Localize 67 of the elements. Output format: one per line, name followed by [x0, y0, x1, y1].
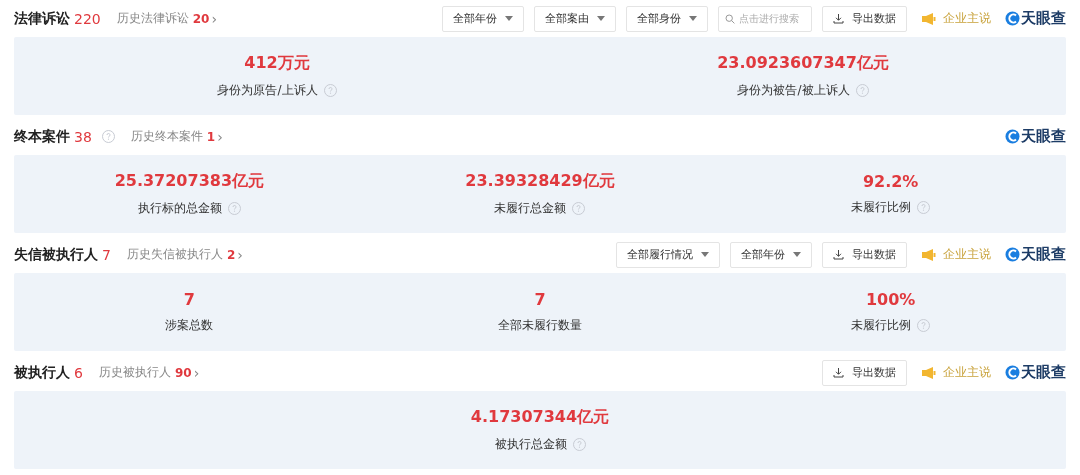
- caret-icon: [505, 16, 513, 21]
- section-title: 失信被执行人: [14, 245, 98, 264]
- stat-value: 92.2%: [862, 172, 919, 191]
- chevron-icon: ›: [193, 364, 200, 381]
- filter-dropdown[interactable]: 全部身份: [626, 5, 708, 32]
- logo-icon: [1005, 11, 1020, 26]
- caret-icon: [701, 252, 709, 257]
- download-icon: [833, 13, 844, 24]
- stat-label: 涉案总数: [165, 317, 214, 334]
- stat-value: 7: [534, 290, 546, 309]
- stat-label: 全部未履行数量: [498, 317, 582, 334]
- stat-value: 23.39328429亿元: [465, 171, 615, 192]
- section-title: 终本案件: [14, 127, 70, 146]
- history-link[interactable]: 历史终本案件: [130, 128, 203, 145]
- section-count: 7: [102, 246, 111, 263]
- filter-dropdown[interactable]: 全部案由: [534, 5, 616, 32]
- caret-icon: [597, 16, 605, 21]
- megaphone-icon: [921, 11, 937, 26]
- logo-icon: [1005, 365, 1020, 380]
- stat-value: 25.37207383亿元: [114, 171, 265, 192]
- filter-dropdown[interactable]: 全部年份: [442, 5, 524, 32]
- section-title: 被执行人: [14, 363, 70, 382]
- stat-label: 未履行比例: [851, 199, 912, 216]
- export-button[interactable]: 导出数据: [822, 359, 907, 386]
- stat-value: 23.0923607347亿元: [717, 53, 889, 74]
- history-count: 90: [174, 365, 192, 380]
- megaphone-icon: [921, 247, 937, 262]
- logo-text: 天眼查: [1021, 363, 1066, 382]
- download-icon: [833, 249, 844, 260]
- stat-label: 身份为被告/被上诉人: [737, 82, 850, 99]
- search-field[interactable]: 点击进行搜索: [718, 5, 812, 32]
- section-title: 法律诉讼: [14, 9, 70, 28]
- logo-text: 天眼查: [1021, 9, 1066, 28]
- history-link[interactable]: 历史失信被执行人: [126, 246, 223, 263]
- section-count: 6: [74, 364, 83, 381]
- logo-text: 天眼查: [1021, 245, 1066, 264]
- stat-value: 100%: [865, 290, 916, 309]
- filter-dropdown[interactable]: 全部年份: [730, 241, 812, 268]
- section-count: 38: [74, 128, 92, 145]
- stat-label: 未履行总金额: [494, 200, 567, 217]
- caret-icon: [793, 252, 801, 257]
- section-count: 220: [74, 10, 101, 27]
- export-button[interactable]: 导出数据: [822, 5, 907, 32]
- stat-value: 4.17307344亿元: [470, 407, 610, 428]
- export-button[interactable]: 导出数据: [822, 241, 907, 268]
- stat-value: 412万元: [244, 53, 310, 74]
- filter-dropdown[interactable]: 全部履行情况: [616, 241, 720, 268]
- stat-label: 未履行比例: [851, 317, 912, 334]
- stat-label: 身份为原告/上诉人: [217, 82, 318, 99]
- logo-text: 天眼查: [1021, 127, 1066, 146]
- search-icon: [725, 13, 735, 24]
- logo-icon: [1005, 129, 1020, 144]
- history-count: 20: [192, 11, 210, 26]
- chevron-icon: ›: [211, 10, 218, 27]
- chevron-icon: ›: [237, 246, 243, 263]
- history-count: 1: [206, 129, 216, 144]
- stat-label: 执行标的总金额: [137, 200, 222, 217]
- download-icon: [833, 367, 844, 378]
- stat-value: 7: [183, 290, 195, 309]
- megaphone-icon: [921, 365, 937, 380]
- history-count: 2: [226, 247, 236, 262]
- caret-icon: [689, 16, 697, 21]
- logo-icon: [1005, 247, 1020, 262]
- chevron-icon: ›: [217, 128, 223, 145]
- stat-label: 被执行总金额: [494, 436, 567, 453]
- history-link[interactable]: 历史被执行人: [98, 364, 171, 381]
- history-link[interactable]: 历史法律诉讼: [116, 10, 189, 27]
